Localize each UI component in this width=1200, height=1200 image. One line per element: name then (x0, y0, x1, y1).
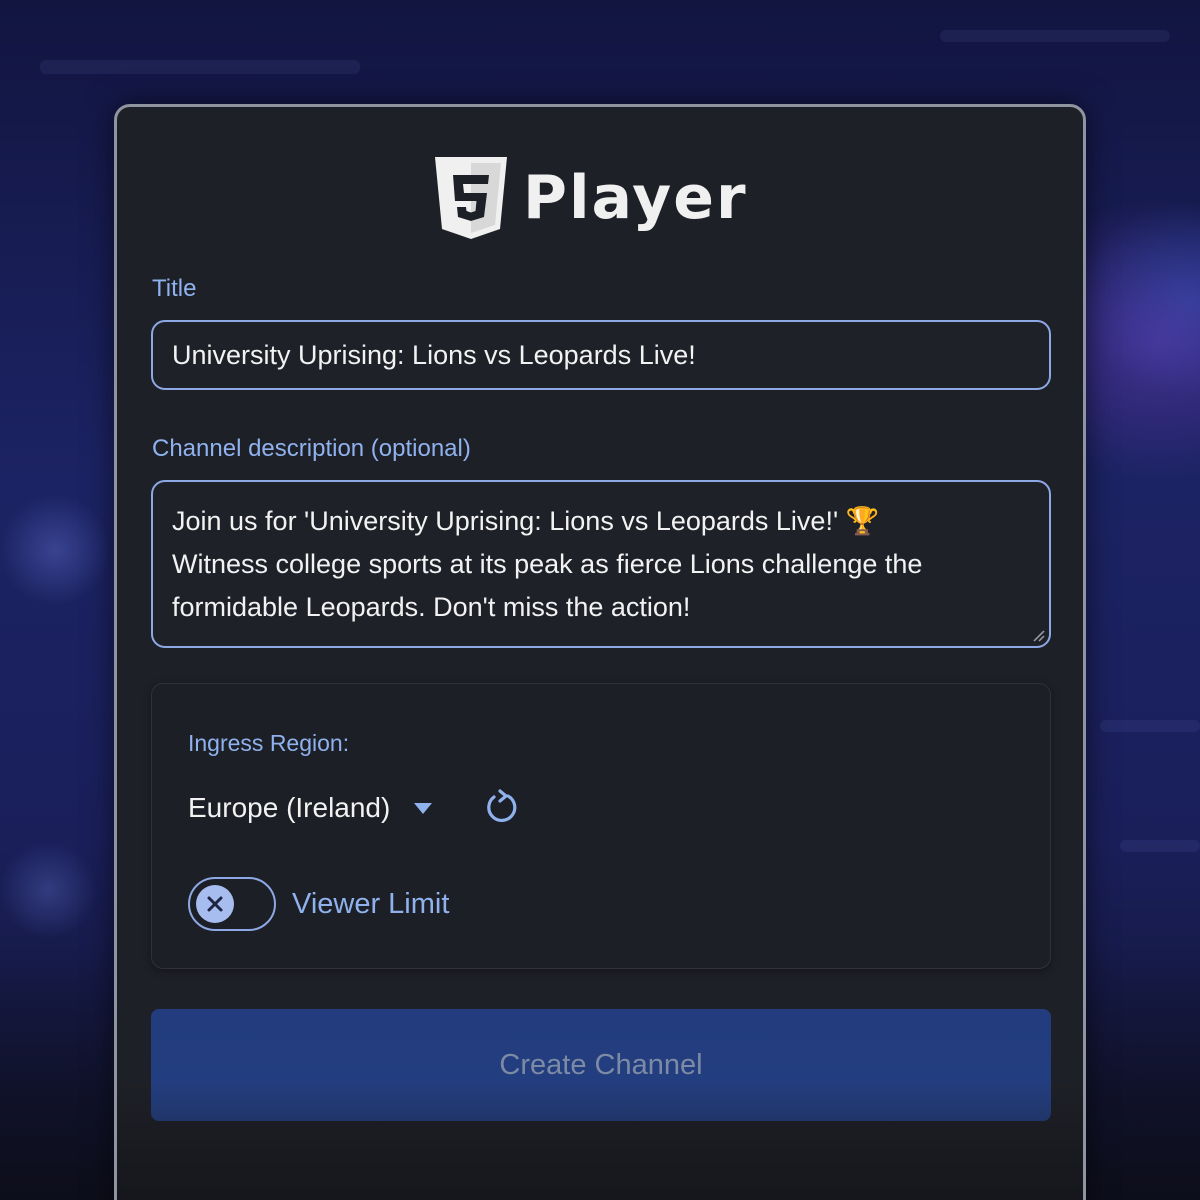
title-input[interactable]: University Uprising: Lions vs Leopards L… (151, 320, 1051, 390)
brand-logo: Player (433, 153, 748, 243)
chevron-down-icon (414, 802, 433, 814)
ingress-region-label: Ingress Region: (188, 730, 350, 756)
background-blur-stripe (1100, 720, 1200, 732)
close-icon (207, 896, 223, 912)
create-channel-button[interactable]: Create Channel (151, 1009, 1051, 1121)
background-blur-stripe (40, 60, 360, 74)
refresh-icon[interactable] (482, 787, 522, 827)
toggle-knob (196, 885, 234, 923)
title-input-value: University Uprising: Lions vs Leopards L… (172, 339, 696, 370)
background-blur-stripe (1120, 840, 1200, 852)
ingress-region-select[interactable]: Europe (Ireland) (188, 788, 433, 828)
create-channel-card: Player Title University Uprising: Lions … (114, 104, 1086, 1200)
viewer-limit-toggle[interactable] (188, 877, 276, 931)
background-blur-stripe (940, 30, 1170, 42)
region-settings-panel: Ingress Region: Europe (Ireland) Viewer … (151, 683, 1051, 969)
description-label: Channel description (optional) (152, 435, 471, 462)
viewer-limit-label: Viewer Limit (292, 888, 450, 920)
ingress-region-value: Europe (Ireland) (188, 792, 391, 823)
brand-name: Player (523, 163, 748, 233)
html5-shield-icon (435, 157, 507, 239)
title-label: Title (152, 275, 197, 302)
description-textarea-value: Join us for 'University Uprising: Lions … (172, 506, 923, 622)
description-textarea[interactable]: Join us for 'University Uprising: Lions … (151, 480, 1051, 648)
resize-handle-icon[interactable] (1031, 628, 1045, 642)
